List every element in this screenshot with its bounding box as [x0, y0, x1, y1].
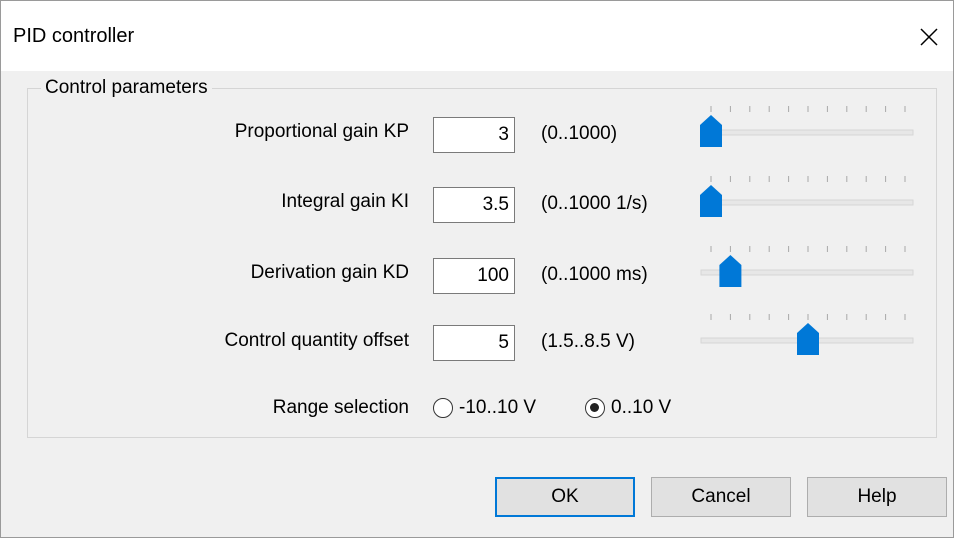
ki-slider[interactable]: [699, 171, 915, 231]
trackbar-graphic: [700, 106, 914, 147]
slider-thumb: [700, 115, 722, 147]
radio-label: 0..10 V: [611, 397, 672, 418]
range-selection-label: Range selection: [272, 397, 409, 418]
pid-dialog: PID controller Control parameters Propor…: [0, 0, 954, 538]
slider-track: [700, 129, 914, 136]
ki-range: (0..1000 1/s): [541, 193, 648, 214]
kd-slider[interactable]: [699, 241, 915, 301]
radio-indicator: [433, 398, 453, 418]
kp-range: (0..1000): [541, 123, 618, 144]
kd-label: Derivation gain KD: [250, 262, 409, 283]
ki-label: Integral gain KI: [281, 191, 409, 212]
radio-indicator: [585, 398, 605, 418]
help-button[interactable]: Help: [807, 477, 947, 517]
radio-minus10-10v[interactable]: -10..10 V: [433, 397, 536, 419]
slider-thumb: [700, 185, 722, 217]
ok-button[interactable]: OK: [495, 477, 635, 517]
kp-input[interactable]: 3: [433, 117, 515, 153]
slider-thumb: [719, 255, 742, 287]
slider-track: [700, 199, 914, 206]
window-title: PID controller: [13, 25, 135, 47]
kd-range: (0..1000 ms): [541, 264, 648, 285]
trackbar-graphic: [700, 314, 914, 355]
slider-thumb: [797, 323, 819, 355]
close-icon: [920, 28, 938, 46]
offset-range: (1.5..8.5 V): [541, 331, 635, 352]
kp-label: Proportional gain KP: [234, 121, 409, 142]
trackbar-graphic: [700, 176, 914, 217]
group-title: Control parameters: [41, 77, 212, 99]
kp-slider[interactable]: [699, 101, 915, 161]
offset-label: Control quantity offset: [224, 330, 409, 351]
radio-label: -10..10 V: [459, 397, 537, 418]
kd-input[interactable]: 100: [433, 258, 515, 294]
close-button[interactable]: [907, 15, 951, 59]
cancel-button[interactable]: Cancel: [651, 477, 791, 517]
ki-input[interactable]: 3.5: [433, 187, 515, 223]
offset-input[interactable]: 5: [433, 325, 515, 361]
title-bar: PID controller: [1, 1, 953, 71]
offset-slider[interactable]: [699, 309, 915, 369]
trackbar-graphic: [700, 246, 914, 287]
radio-0-10v[interactable]: 0..10 V: [585, 397, 671, 419]
